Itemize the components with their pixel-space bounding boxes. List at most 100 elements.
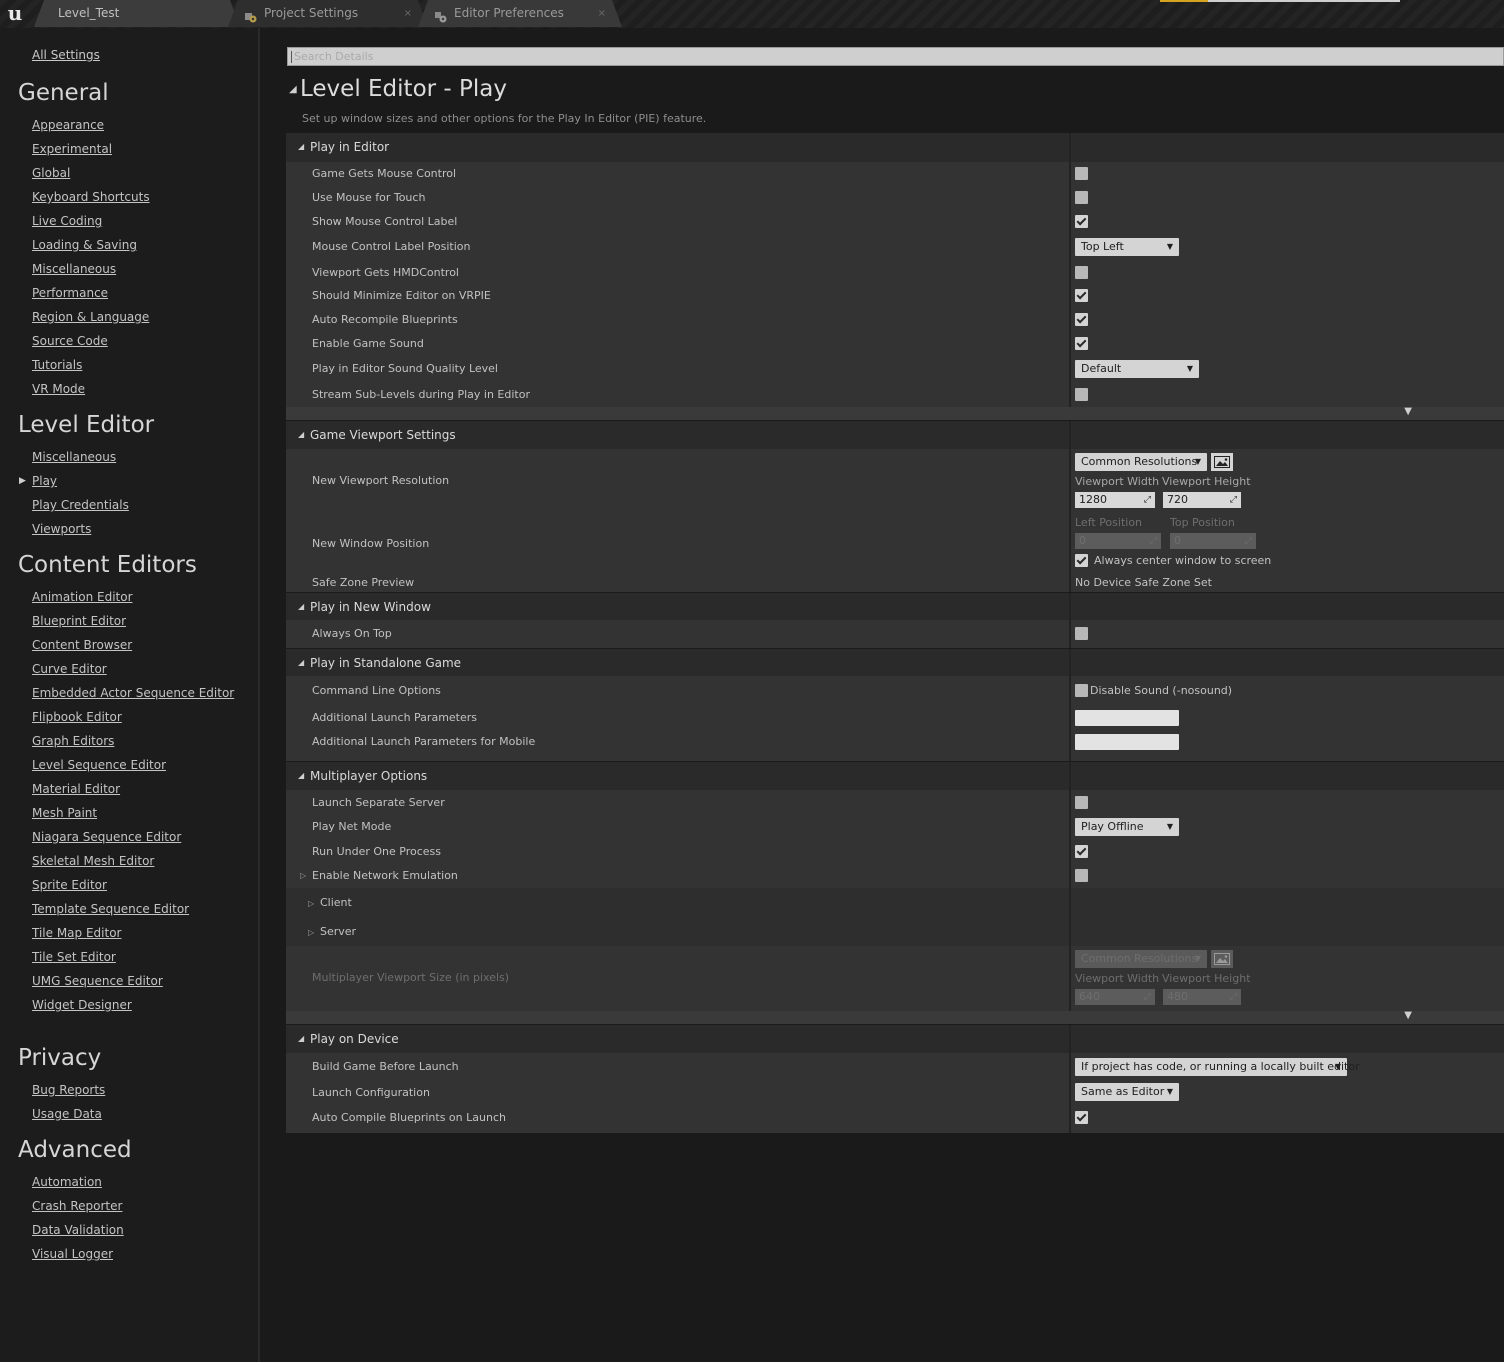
sidebar-item-widget-designer[interactable]: Widget Designer (32, 998, 132, 1012)
viewport-height-input[interactable]: 720 ⤢ (1163, 492, 1241, 508)
sidebar-item-level-sequence-editor[interactable]: Level Sequence Editor (32, 758, 166, 772)
sidebar-item-skeletal-mesh-editor[interactable]: Skeletal Mesh Editor (32, 854, 154, 868)
sidebar-item-sprite-editor[interactable]: Sprite Editor (32, 878, 107, 892)
sidebar-item-performance[interactable]: Performance (32, 286, 108, 300)
build-game-before-launch-dropdown[interactable]: If project has code, or running a locall… (1075, 1058, 1360, 1076)
collapse-arrow-icon[interactable]: ◢ (289, 84, 297, 95)
advanced-expander[interactable]: ▼ (286, 1010, 1504, 1024)
mouse-control-label-position-dropdown[interactable]: Top Left ▼ (1075, 238, 1179, 256)
run-under-one-process-checkbox[interactable] (1075, 845, 1088, 858)
sidebar-item-loading-saving[interactable]: Loading & Saving (32, 238, 137, 252)
sidebar-item-play[interactable]: Play (32, 474, 57, 488)
column-splitter[interactable] (1069, 649, 1071, 676)
image-icon[interactable] (1211, 453, 1233, 471)
sidebar-all-settings-link[interactable]: All Settings (32, 48, 100, 62)
viewport-gets-hmdcontrol-checkbox[interactable] (1075, 266, 1088, 279)
tab-level-test[interactable]: Level_Test (34, 0, 240, 27)
setting-row[interactable]: ▷ Client (286, 888, 1504, 917)
sidebar-item-content-browser[interactable]: Content Browser (32, 638, 132, 652)
always-on-top-checkbox[interactable] (1075, 627, 1088, 640)
minimize-editor-on-vrpie-checkbox[interactable] (1075, 289, 1088, 302)
sidebar-item-material-editor[interactable]: Material Editor (32, 782, 120, 796)
sidebar-item-viewports[interactable]: Viewports (32, 522, 91, 536)
column-splitter[interactable] (1069, 593, 1071, 620)
game-gets-mouse-control-checkbox[interactable] (1075, 167, 1088, 180)
sidebar-item-miscellaneous[interactable]: Miscellaneous (32, 262, 116, 276)
left-position-input[interactable]: 0 ⤢ (1075, 533, 1161, 549)
sidebar-item-source-code[interactable]: Source Code (32, 334, 108, 348)
stream-sub-levels-checkbox[interactable] (1075, 388, 1088, 401)
play-net-mode-dropdown[interactable]: Play Offline ▼ (1075, 818, 1179, 836)
auto-compile-blueprints-checkbox[interactable] (1075, 1111, 1088, 1124)
common-resolutions-dropdown[interactable]: Common Resolutions ▼ (1075, 950, 1207, 968)
expand-arrow-icon[interactable]: ▷ (308, 899, 314, 908)
viewport-width-input[interactable]: 640 ⤢ (1075, 989, 1155, 1005)
sidebar-item-mesh-paint[interactable]: Mesh Paint (32, 806, 97, 820)
viewport-height-input[interactable]: 480 ⤢ (1163, 989, 1241, 1005)
sidebar-item-tile-map-editor[interactable]: Tile Map Editor (32, 926, 121, 940)
sidebar-item-keyboard-shortcuts[interactable]: Keyboard Shortcuts (32, 190, 150, 204)
sidebar-item-region-language[interactable]: Region & Language (32, 310, 149, 324)
sidebar-item-bug-reports[interactable]: Bug Reports (32, 1083, 105, 1097)
sidebar-item-data-validation[interactable]: Data Validation (32, 1223, 124, 1237)
additional-launch-parameters-input[interactable] (1075, 710, 1179, 726)
disable-sound-checkbox[interactable] (1075, 684, 1088, 697)
sidebar-item-vr-mode[interactable]: VR Mode (32, 382, 85, 396)
sidebar-item-live-coding[interactable]: Live Coding (32, 214, 102, 228)
category-play-in-editor[interactable]: ◢ Play in Editor (286, 132, 1504, 162)
auto-recompile-blueprints-checkbox[interactable] (1075, 313, 1088, 326)
top-position-input[interactable]: 0 ⤢ (1170, 533, 1256, 549)
close-icon[interactable]: × (404, 0, 412, 27)
setting-row[interactable]: ▷ Server (286, 917, 1504, 946)
expand-arrow-icon[interactable]: ▷ (300, 871, 306, 880)
sidebar-item-curve-editor[interactable]: Curve Editor (32, 662, 107, 676)
sidebar-item-crash-reporter[interactable]: Crash Reporter (32, 1199, 122, 1213)
sidebar-item-usage-data[interactable]: Usage Data (32, 1107, 102, 1121)
always-center-window-checkbox[interactable] (1075, 554, 1088, 567)
column-splitter[interactable] (1069, 762, 1071, 790)
expand-arrow-icon[interactable]: ▷ (308, 928, 314, 937)
sidebar-item-experimental[interactable]: Experimental (32, 142, 112, 156)
category-play-in-new-window[interactable]: ◢ Play in New Window (286, 592, 1504, 620)
use-mouse-for-touch-checkbox[interactable] (1075, 191, 1088, 204)
sidebar-item-tile-set-editor[interactable]: Tile Set Editor (32, 950, 116, 964)
sidebar-item-umg-sequence-editor[interactable]: UMG Sequence Editor (32, 974, 163, 988)
launch-configuration-dropdown[interactable]: Same as Editor ▼ (1075, 1083, 1179, 1101)
column-splitter[interactable] (1069, 1025, 1071, 1053)
category-play-in-standalone-game[interactable]: ◢ Play in Standalone Game (286, 648, 1504, 676)
sidebar-item-embedded-actor-sequence-editor[interactable]: Embedded Actor Sequence Editor (32, 686, 234, 700)
sidebar-item-play-credentials[interactable]: Play Credentials (32, 498, 129, 512)
column-splitter[interactable] (1069, 421, 1071, 449)
search-details-input[interactable]: Search Details (287, 47, 1504, 66)
image-icon[interactable] (1211, 950, 1233, 968)
sidebar-item-miscellaneous[interactable]: Miscellaneous (32, 450, 116, 464)
enable-game-sound-checkbox[interactable] (1075, 337, 1088, 350)
launch-separate-server-checkbox[interactable] (1075, 796, 1088, 809)
common-resolutions-dropdown[interactable]: Common Resolutions ▼ (1075, 453, 1207, 471)
category-game-viewport-settings[interactable]: ◢ Game Viewport Settings (286, 420, 1504, 449)
column-splitter[interactable] (1069, 133, 1071, 162)
sidebar-item-tutorials[interactable]: Tutorials (32, 358, 82, 372)
sidebar-item-animation-editor[interactable]: Animation Editor (32, 590, 133, 604)
enable-network-emulation-checkbox[interactable] (1075, 869, 1088, 882)
category-multiplayer-options[interactable]: ◢ Multiplayer Options (286, 761, 1504, 790)
sidebar-item-automation[interactable]: Automation (32, 1175, 102, 1189)
category-play-on-device[interactable]: ◢ Play on Device (286, 1024, 1504, 1053)
show-mouse-control-label-checkbox[interactable] (1075, 215, 1088, 228)
sidebar-item-graph-editors[interactable]: Graph Editors (32, 734, 114, 748)
sidebar-item-visual-logger[interactable]: Visual Logger (32, 1247, 113, 1261)
tab-project-settings[interactable]: Project Settings × (228, 0, 428, 27)
setting-row[interactable]: ▷ Enable Network Emulation (286, 864, 1504, 888)
sound-quality-level-dropdown[interactable]: Default ▼ (1075, 360, 1199, 378)
sidebar-item-template-sequence-editor[interactable]: Template Sequence Editor (32, 902, 189, 916)
unreal-logo-icon[interactable]: u (0, 0, 30, 28)
close-icon[interactable]: × (598, 0, 606, 27)
sidebar-item-global[interactable]: Global (32, 166, 70, 180)
sidebar-item-appearance[interactable]: Appearance (32, 118, 104, 132)
sidebar-item-blueprint-editor[interactable]: Blueprint Editor (32, 614, 126, 628)
sidebar-item-flipbook-editor[interactable]: Flipbook Editor (32, 710, 122, 724)
additional-launch-parameters-mobile-input[interactable] (1075, 734, 1179, 750)
viewport-width-input[interactable]: 1280 ⤢ (1075, 492, 1155, 508)
tab-editor-preferences[interactable]: Editor Preferences × (418, 0, 622, 27)
sidebar-item-niagara-sequence-editor[interactable]: Niagara Sequence Editor (32, 830, 181, 844)
